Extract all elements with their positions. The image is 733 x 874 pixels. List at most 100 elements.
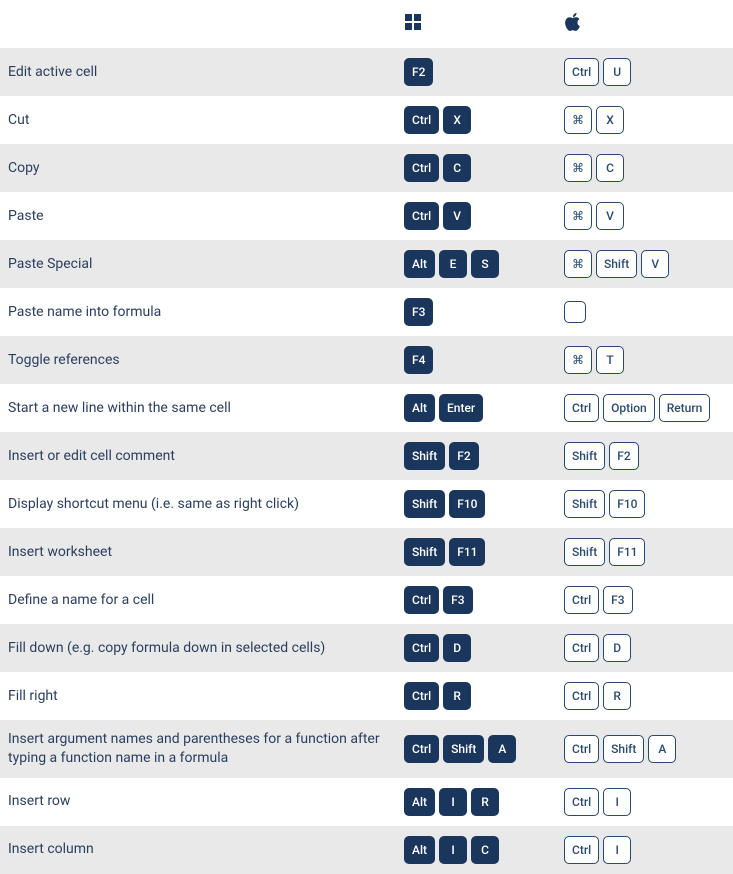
- shortcut-description: Insert argument names and parentheses fo…: [0, 720, 396, 778]
- windows-keys: F2: [396, 48, 556, 96]
- key-badge: V: [641, 250, 669, 278]
- table-row: Define a name for a cellCtrlF3CtrlF3: [0, 576, 733, 624]
- shortcut-description: Fill down (e.g. copy formula down in sel…: [0, 624, 396, 672]
- table-row: Edit active cell F2 CtrlU: [0, 48, 733, 96]
- shortcut-description: Edit active cell: [0, 48, 396, 96]
- shortcut-description: Paste Special: [0, 240, 396, 288]
- key-badge: Ctrl: [564, 634, 599, 662]
- mac-keys: ShiftF2: [556, 432, 733, 480]
- key-badge: F3: [404, 298, 433, 326]
- key-badge: Alt: [404, 788, 435, 816]
- key-badge: Alt: [404, 250, 435, 278]
- key-badge: A: [488, 735, 516, 763]
- key-badge: F3: [443, 586, 472, 614]
- key-badge: D: [603, 634, 631, 662]
- key-badge: [564, 301, 586, 323]
- key-badge: Shift: [603, 735, 644, 763]
- windows-keys: CtrlShiftA: [396, 720, 556, 778]
- mac-keys: ⌘T: [556, 336, 733, 384]
- key-badge: C: [596, 154, 624, 182]
- table-row: Fill down (e.g. copy formula down in sel…: [0, 624, 733, 672]
- table-row: CopyCtrlC⌘C: [0, 144, 733, 192]
- key-badge: F2: [449, 442, 478, 470]
- mac-keys: CtrlD: [556, 624, 733, 672]
- key-badge: Ctrl: [564, 394, 599, 422]
- windows-keys: CtrlX: [396, 96, 556, 144]
- key-badge: E: [439, 250, 467, 278]
- key-badge: Return: [659, 394, 711, 422]
- mac-keys: ⌘V: [556, 192, 733, 240]
- mac-keys: CtrlShiftA: [556, 720, 733, 778]
- key-badge: Ctrl: [404, 634, 439, 662]
- key-badge: Shift: [443, 735, 484, 763]
- key-badge: Shift: [564, 490, 605, 518]
- key-badge: Alt: [404, 394, 435, 422]
- header-windows: [396, 0, 556, 48]
- shortcut-description: Start a new line within the same cell: [0, 384, 396, 432]
- shortcut-description: Paste: [0, 192, 396, 240]
- key-badge: Shift: [404, 442, 445, 470]
- key-badge: X: [443, 106, 471, 134]
- key-badge: ⌘: [564, 106, 592, 134]
- mac-keys: CtrlF3: [556, 576, 733, 624]
- shortcut-description: Insert or edit cell comment: [0, 432, 396, 480]
- mac-keys: CtrlR: [556, 672, 733, 720]
- shortcut-description: Insert row: [0, 778, 396, 826]
- table-row: Insert or edit cell commentShiftF2ShiftF…: [0, 432, 733, 480]
- key-badge: Shift: [404, 538, 445, 566]
- mac-keys: ⌘ShiftV: [556, 240, 733, 288]
- mac-keys: CtrlOptionReturn: [556, 384, 733, 432]
- table-row: Paste Special AltES ⌘ShiftV: [0, 240, 733, 288]
- table-row: Paste name into formulaF3: [0, 288, 733, 336]
- key-badge: F4: [404, 346, 433, 374]
- windows-keys: CtrlV: [396, 192, 556, 240]
- key-badge: F10: [609, 490, 645, 518]
- shortcut-description: Copy: [0, 144, 396, 192]
- key-badge: ⌘: [564, 154, 592, 182]
- mac-keys: ShiftF10: [556, 480, 733, 528]
- windows-keys: CtrlF3: [396, 576, 556, 624]
- header-mac: [556, 0, 733, 48]
- key-badge: F11: [449, 538, 485, 566]
- key-badge: F2: [609, 442, 638, 470]
- key-badge: I: [439, 788, 467, 816]
- table-row: Insert rowAltIRCtrlI: [0, 778, 733, 826]
- key-badge: Ctrl: [564, 788, 599, 816]
- key-badge: Ctrl: [564, 58, 599, 86]
- table-row: Toggle referencesF4⌘T: [0, 336, 733, 384]
- key-badge: V: [596, 202, 624, 230]
- mac-keys: ShiftF11: [556, 528, 733, 576]
- key-badge: ⌘: [564, 202, 592, 230]
- shortcut-description: Cut: [0, 96, 396, 144]
- key-badge: F11: [609, 538, 645, 566]
- windows-keys: F3: [396, 288, 556, 336]
- table-row: Fill rightCtrlRCtrlR: [0, 672, 733, 720]
- shortcut-description: Define a name for a cell: [0, 576, 396, 624]
- mac-keys: CtrlI: [556, 778, 733, 826]
- table-row: Display shortcut menu (i.e. same as righ…: [0, 480, 733, 528]
- key-badge: R: [443, 682, 471, 710]
- table-row: PasteCtrlV⌘V: [0, 192, 733, 240]
- shortcuts-table: Edit active cellF2CtrlUCutCtrlX⌘XCopyCtr…: [0, 0, 733, 874]
- windows-keys: AltIC: [396, 826, 556, 874]
- key-badge: ⌘: [564, 346, 592, 374]
- key-badge: Shift: [596, 250, 637, 278]
- key-badge: A: [648, 735, 676, 763]
- key-badge: F2: [404, 58, 433, 86]
- table-row: Insert worksheetShiftF11ShiftF11: [0, 528, 733, 576]
- shortcut-description: Insert worksheet: [0, 528, 396, 576]
- mac-keys: [556, 288, 733, 336]
- windows-keys: F4: [396, 336, 556, 384]
- key-badge: Ctrl: [404, 106, 439, 134]
- key-badge: F3: [603, 586, 632, 614]
- windows-keys: ShiftF11: [396, 528, 556, 576]
- key-badge: Shift: [564, 538, 605, 566]
- shortcut-description: Insert column: [0, 826, 396, 874]
- windows-icon: [404, 13, 422, 31]
- windows-keys: CtrlD: [396, 624, 556, 672]
- key-badge: I: [603, 788, 631, 816]
- mac-keys: CtrlU: [556, 48, 733, 96]
- windows-keys: AltEnter: [396, 384, 556, 432]
- key-badge: S: [471, 250, 499, 278]
- key-badge: Ctrl: [564, 682, 599, 710]
